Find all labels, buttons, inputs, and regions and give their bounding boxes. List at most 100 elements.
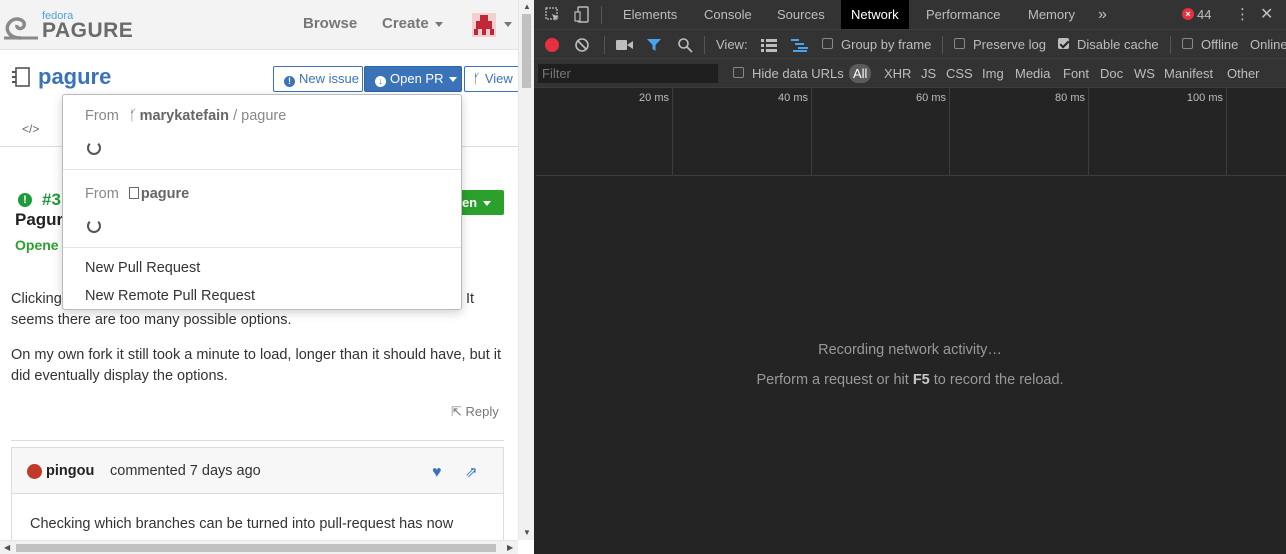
avatar-pixel-icon	[472, 13, 496, 37]
more-tabs-icon[interactable]: »	[1088, 0, 1117, 29]
tab-sources[interactable]: Sources	[767, 0, 835, 29]
fork-separator: /	[233, 108, 238, 124]
search-icon[interactable]	[677, 37, 693, 53]
tab-performance[interactable]: Performance	[916, 0, 1010, 29]
offline-label[interactable]: Offline	[1201, 37, 1238, 52]
open-pr-label: Open PR	[390, 71, 444, 86]
tab-code[interactable]: </>	[22, 122, 39, 136]
share-icon[interactable]: ⇗	[465, 463, 478, 481]
repo-icon	[12, 67, 30, 87]
disable-cache-checkbox[interactable]	[1058, 38, 1069, 49]
kebab-menu-icon[interactable]: ⋮	[1235, 5, 1250, 23]
filter-type-manifest[interactable]: Manifest	[1164, 66, 1213, 81]
preserve-log-checkbox[interactable]	[954, 38, 965, 49]
comment-separator	[11, 440, 504, 441]
close-icon[interactable]: ✕	[1260, 4, 1273, 24]
open-pr-button[interactable]: ↓ Open PR	[364, 66, 462, 92]
inspect-element-icon[interactable]	[545, 7, 561, 23]
issue-paragraph-2: On my own fork it still took a minute to…	[11, 347, 502, 384]
toolbar-divider	[942, 36, 943, 54]
filter-type-doc[interactable]: Doc	[1100, 66, 1123, 81]
filter-type-font[interactable]: Font	[1063, 66, 1089, 81]
scroll-right-icon[interactable]: ▶	[507, 543, 513, 552]
tab-memory[interactable]: Memory	[1018, 0, 1085, 29]
offline-checkbox[interactable]	[1182, 38, 1193, 49]
horizontal-scroll-thumb[interactable]	[16, 544, 496, 552]
fork-repo: pagure	[241, 108, 287, 124]
comment-body: Checking which branches can be turned in…	[30, 516, 454, 532]
paragraph-1-line-2: seems there are too many possible option…	[11, 312, 292, 328]
error-icon: ×	[1182, 8, 1194, 20]
disable-cache-label[interactable]: Disable cache	[1077, 37, 1159, 52]
view-label: View:	[716, 37, 748, 52]
filter-type-all[interactable]: All	[849, 64, 872, 83]
network-toolbar: View: Group by frame Preserve log Disabl…	[534, 30, 1286, 59]
nav-browse[interactable]: Browse	[303, 15, 357, 32]
timeline-label-100ms: 100 ms	[1186, 92, 1223, 104]
recording-message: Recording network activity…	[818, 342, 1002, 358]
clear-icon[interactable]	[574, 37, 590, 53]
timeline-gridline	[811, 88, 812, 176]
filter-type-other[interactable]: Other	[1227, 66, 1260, 81]
tab-network[interactable]: Network	[841, 0, 909, 29]
filter-type-css[interactable]: CSS	[946, 66, 973, 81]
error-count[interactable]: 44	[1197, 7, 1211, 22]
toolbar-divider	[601, 6, 602, 24]
nav-create[interactable]: Create	[382, 15, 443, 32]
video-camera-icon[interactable]	[616, 39, 634, 51]
repo-name[interactable]: pagure	[38, 64, 111, 90]
view-label: View	[484, 71, 513, 86]
chevron-down-icon	[449, 77, 458, 83]
tab-console[interactable]: Console	[694, 0, 762, 29]
filter-input[interactable]: Filter	[538, 64, 718, 83]
group-by-frame-label[interactable]: Group by frame	[841, 37, 931, 52]
issue-opened-text: Opene	[15, 237, 59, 253]
filter-type-xhr[interactable]: XHR	[884, 66, 911, 81]
heart-icon[interactable]: ♥	[432, 464, 442, 482]
scroll-up-icon[interactable]: ▲	[523, 2, 531, 11]
filter-type-media[interactable]: Media	[1015, 66, 1050, 81]
throttling-select[interactable]: Online	[1250, 37, 1286, 52]
tab-elements[interactable]: Elements	[613, 0, 687, 29]
from-label: From	[85, 108, 119, 124]
group-by-frame-checkbox[interactable]	[822, 38, 833, 49]
new-pull-request-item[interactable]: New Pull Request	[85, 260, 200, 276]
record-button-icon[interactable]	[545, 38, 559, 52]
timeline-label-60ms: 60 ms	[916, 92, 946, 104]
paragraph-1-start: Clicking	[11, 291, 62, 307]
dropdown-divider	[63, 247, 461, 248]
network-timeline-overview[interactable]: 20 ms 40 ms 60 ms 80 ms 100 ms	[536, 88, 1286, 176]
pagure-swirl-icon	[4, 17, 38, 40]
avatar-chevron-icon[interactable]	[504, 22, 512, 27]
device-toolbar-icon[interactable]	[574, 6, 590, 24]
comment-avatar[interactable]	[27, 464, 42, 479]
vertical-scroll-thumb[interactable]	[522, 14, 531, 88]
comment-user[interactable]: pingou	[46, 463, 94, 479]
reply-label: Reply	[465, 404, 499, 419]
pagure-logo[interactable]: fedora PAGURE	[2, 6, 133, 44]
filter-bar: Filter Hide data URLs All XHR JS CSS Img…	[534, 59, 1286, 88]
vertical-scrollbar[interactable]: ▲ ▼	[518, 0, 534, 540]
reply-link[interactable]: ⇱ Reply	[451, 404, 499, 420]
view-button[interactable]: ᚶ View	[464, 66, 518, 92]
scroll-down-icon[interactable]: ▼	[523, 528, 531, 537]
browser-page: fedora PAGURE Browse Create pagure ! New…	[0, 0, 534, 554]
user-avatar[interactable]	[472, 13, 496, 37]
filter-type-ws[interactable]: WS	[1134, 66, 1155, 81]
filter-type-img[interactable]: Img	[982, 66, 1004, 81]
new-remote-pull-request-item[interactable]: New Remote Pull Request	[85, 288, 255, 304]
timeline-gridline	[672, 88, 673, 176]
waterfall-icon[interactable]	[791, 38, 809, 52]
hide-data-urls-label[interactable]: Hide data URLs	[752, 66, 844, 81]
large-rows-icon[interactable]	[761, 38, 777, 52]
page-viewport: fedora PAGURE Browse Create pagure ! New…	[0, 0, 518, 540]
horizontal-scrollbar[interactable]: ◀ ▶	[0, 540, 518, 554]
scroll-left-icon[interactable]: ◀	[4, 543, 10, 552]
new-issue-button[interactable]: ! New issue	[273, 66, 363, 92]
preserve-log-label[interactable]: Preserve log	[973, 37, 1046, 52]
hide-data-urls-checkbox[interactable]	[733, 67, 744, 78]
comment-meta: commented 7 days ago	[110, 463, 261, 479]
filter-type-js[interactable]: JS	[921, 66, 936, 81]
filter-icon[interactable]	[646, 38, 662, 52]
toolbar-divider	[604, 36, 605, 54]
